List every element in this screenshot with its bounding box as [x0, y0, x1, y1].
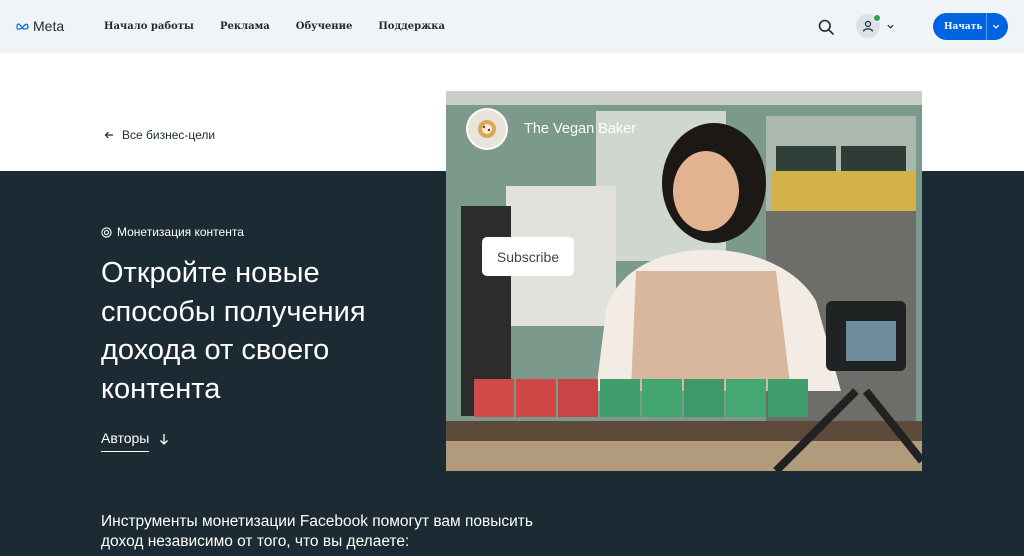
back-link-label: Все бизнес-цели [122, 128, 216, 142]
top-nav-bar: Meta Начало работы Реклама Обучение Подд… [0, 0, 1024, 53]
authors-link[interactable]: Авторы [101, 430, 169, 452]
arrow-down-icon [160, 434, 169, 445]
arrow-left-icon [104, 131, 113, 139]
page-title: Откройте новые способы получения дохода … [101, 257, 366, 405]
hero-image: The Vegan Baker Subscribe [446, 91, 922, 471]
nav-item-support[interactable]: Поддержка [378, 21, 445, 32]
channel-name: The Vegan Baker [524, 121, 637, 137]
authors-link-label: Авторы [101, 430, 150, 452]
subscribe-button[interactable]: Subscribe [482, 237, 574, 276]
channel-header: The Vegan Baker [466, 108, 636, 150]
account-menu[interactable] [856, 14, 895, 38]
meta-logo[interactable]: Meta [16, 18, 64, 34]
main-nav: Начало работы Реклама Обучение Поддержка [104, 0, 445, 53]
search-icon[interactable] [818, 19, 834, 35]
category-tag-label: Монетизация контента [117, 225, 244, 239]
nav-item-advertising[interactable]: Реклама [220, 21, 270, 32]
category-tag: Монетизация контента [101, 225, 244, 239]
start-button-divider [986, 13, 987, 40]
cookie-icon [478, 120, 496, 138]
avatar [856, 14, 881, 38]
nav-item-learning[interactable]: Обучение [296, 21, 353, 32]
nav-item-getting-started[interactable]: Начало работы [104, 21, 194, 32]
meta-logo-text: Meta [33, 18, 65, 34]
user-icon [862, 20, 874, 32]
start-button[interactable]: Начать [933, 13, 1008, 40]
intro-paragraph: Инструменты монетизации Facebook помогут… [101, 513, 533, 550]
chevron-down-icon[interactable] [991, 22, 1001, 31]
online-status-dot [873, 14, 881, 22]
meta-logo-icon [16, 22, 29, 30]
start-button-label: Начать [944, 21, 983, 32]
back-link[interactable]: Все бизнес-цели [104, 128, 215, 142]
channel-avatar [466, 108, 508, 150]
chevron-down-icon [887, 24, 894, 29]
target-icon [101, 226, 112, 238]
